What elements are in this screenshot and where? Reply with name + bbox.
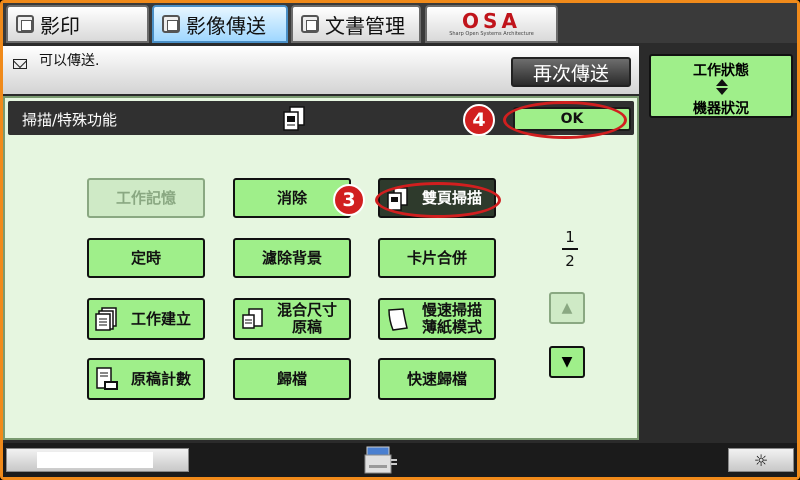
tab-copy[interactable]: 影印 <box>6 5 149 43</box>
arrow-up-icon: ▲ <box>561 300 573 316</box>
scan-document-icon <box>283 106 305 131</box>
slow-scan-label-line1: 慢速掃描 <box>421 301 482 319</box>
brightness-icon: ☼ <box>753 450 769 470</box>
image-send-icon <box>162 15 180 33</box>
osa-tagline: Sharp Open Systems Architecture <box>449 31 534 37</box>
slow-scan-label: 慢速掃描 薄紙模式 <box>422 302 482 336</box>
mixed-size-icon <box>242 308 263 329</box>
page-up-button[interactable]: ▲ <box>549 292 585 324</box>
job-status-label: 工作狀態 <box>693 63 749 79</box>
card-shot-button[interactable]: 卡片合併 <box>378 238 496 278</box>
osa-logo: OSA <box>462 9 521 33</box>
job-memory-button[interactable]: 工作記憶 <box>87 178 205 218</box>
brightness-button[interactable]: ☼ <box>728 448 794 472</box>
document-filing-icon <box>301 15 319 33</box>
mixed-size-label-line1: 混合尺寸 <box>276 301 337 319</box>
annotation-marker-3: 3 <box>333 184 365 216</box>
annotation-ring-ok <box>503 101 627 139</box>
panel-title: 掃描/特殊功能 <box>22 111 118 129</box>
suppress-background-button[interactable]: 濾除背景 <box>233 238 351 278</box>
copy-icon <box>16 15 34 33</box>
message-bar: 可以傳送. 再次傳送 <box>3 46 639 94</box>
machine-status-label: 機器狀況 <box>693 101 749 117</box>
original-count-icon <box>96 367 118 390</box>
page-down-button[interactable]: ▼ <box>549 346 585 378</box>
original-count-button[interactable]: 原稿計數 <box>87 358 205 400</box>
original-count-label: 原稿計數 <box>130 369 191 388</box>
job-build-button[interactable]: 工作建立 <box>87 298 205 340</box>
status-message: 可以傳送. <box>39 53 100 69</box>
timer-button[interactable]: 定時 <box>87 238 205 278</box>
job-status-button[interactable]: 工作狀態 機器狀況 <box>649 54 793 118</box>
annotation-marker-4: 4 <box>463 104 495 136</box>
job-build-icon <box>95 307 117 331</box>
system-info-field[interactable] <box>6 448 189 472</box>
tab-image-send-label: 影像傳送 <box>186 13 266 38</box>
scan-special-modes-panel: 掃描/特殊功能 OK 工作記憶 消除 雙頁掃描 定時 濾除背景 卡片合併 工作建… <box>3 96 639 440</box>
tab-image-send[interactable]: 影像傳送 <box>152 5 288 43</box>
page-indicator: 1 2 <box>555 228 585 270</box>
job-build-label: 工作建立 <box>130 309 191 328</box>
page-divider <box>562 248 578 250</box>
mixed-size-label-line2: 原稿 <box>291 318 322 336</box>
annotation-ring-duplex <box>375 182 501 218</box>
mode-tab-bar: 影印 影像傳送 文書管理 OSA Sharp Open Systems Arch… <box>3 3 797 43</box>
quick-file-button[interactable]: 快速歸檔 <box>378 358 496 400</box>
slow-scan-label-line2: 薄紙模式 <box>421 318 482 336</box>
file-button[interactable]: 歸檔 <box>233 358 351 400</box>
arrow-down-icon: ▼ <box>561 354 573 370</box>
tab-document-filing-label: 文書管理 <box>325 13 405 38</box>
page-total: 2 <box>565 251 575 270</box>
page-current: 1 <box>565 228 575 246</box>
mixed-size-label: 混合尺寸 原稿 <box>277 302 337 336</box>
resend-button[interactable]: 再次傳送 <box>511 57 631 87</box>
tab-osa[interactable]: OSA Sharp Open Systems Architecture <box>425 5 558 43</box>
slow-scan-mode-button[interactable]: 慢速掃描 薄紙模式 <box>378 298 496 340</box>
mixed-size-original-button[interactable]: 混合尺寸 原稿 <box>233 298 351 340</box>
thin-paper-icon <box>388 308 408 331</box>
machine-icon <box>364 446 397 474</box>
tab-copy-label: 影印 <box>40 13 80 38</box>
tab-document-filing[interactable]: 文書管理 <box>291 5 421 43</box>
toggle-updown-icon <box>716 79 728 95</box>
bottom-bar: ☼ <box>3 443 797 477</box>
mail-icon <box>13 59 27 69</box>
system-info-display <box>37 452 153 468</box>
